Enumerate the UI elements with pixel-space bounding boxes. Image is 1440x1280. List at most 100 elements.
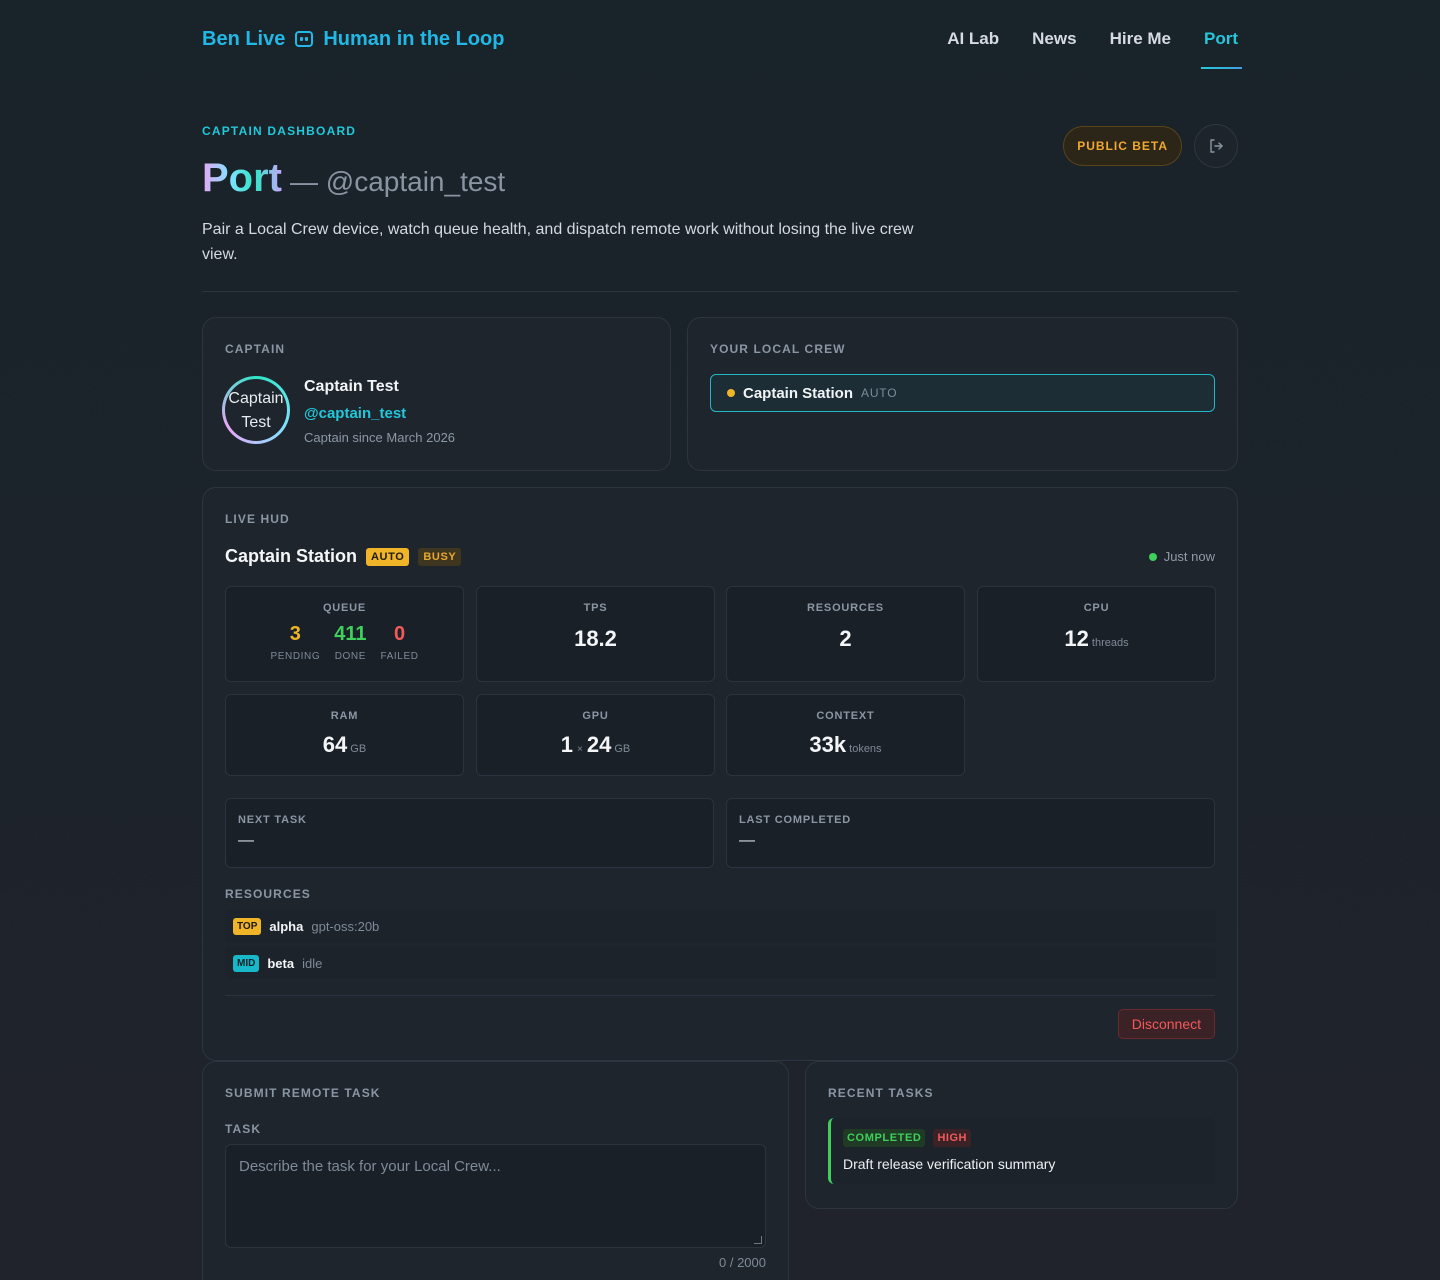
task-priority-badge: HIGH (933, 1129, 971, 1147)
resource-tier-badge: TOP (233, 917, 262, 935)
stat-cpu-label: CPU (1083, 602, 1110, 614)
stat-tps-value: 18.2 (574, 626, 617, 651)
char-counter: 0 / 2000 (719, 1255, 766, 1270)
stat-gpu-value: 24 (586, 732, 612, 757)
nav-ai-lab[interactable]: AI Lab (947, 23, 999, 55)
submit-task-label: SUBMIT REMOTE TASK (225, 1086, 381, 1100)
status-dot-icon (727, 389, 735, 397)
local-crew-card: YOUR LOCAL CREW Captain Station AUTO (687, 317, 1238, 471)
queue-pending-label: PENDING (270, 651, 321, 662)
stat-gpu-label: GPU (582, 710, 609, 722)
stat-queue: QUEUE 3 PENDING 411 DONE 0 FAILED (225, 586, 464, 682)
stat-resources-label: RESOURCES (807, 602, 884, 614)
next-task-label: NEXT TASK (238, 814, 307, 826)
divider (225, 995, 1215, 996)
stats-grid: QUEUE 3 PENDING 411 DONE 0 FAILED TPS 18.2 … (225, 567, 1216, 776)
captain-handle[interactable]: @captain_test (304, 405, 455, 422)
top-header: Ben Live Human in the Loop AI Lab News H… (202, 0, 1242, 92)
task-status-badge: COMPLETED (843, 1129, 926, 1147)
logout-button[interactable] (1194, 124, 1238, 168)
stat-cpu: CPU 12 threads (977, 586, 1216, 682)
stat-ram-value: 64 (322, 732, 348, 757)
stat-context: CONTEXT 33k tokens (726, 694, 965, 776)
brand-name[interactable]: Ben Live (202, 28, 285, 51)
online-dot-icon (1148, 552, 1157, 561)
last-completed-label: LAST COMPLETED (739, 814, 852, 826)
live-hud-card: LIVE HUD Captain Station AUTO BUSY Just … (202, 487, 1238, 1061)
queue-pending: 3 (289, 623, 301, 645)
resource-name: beta (267, 955, 295, 971)
queue-failed-label: FAILED (380, 651, 419, 662)
resources-label: RESOURCES (225, 887, 311, 901)
avatar-alt-text: Captain Test (225, 379, 287, 441)
resize-handle-icon[interactable] (754, 1236, 762, 1244)
logout-icon (1210, 139, 1223, 153)
stat-context-label: CONTEXT (816, 710, 875, 722)
stat-ram-unit: GB (350, 743, 367, 755)
stat-tps-label: TPS (583, 602, 608, 614)
stat-gpu-times: × (577, 744, 583, 755)
stat-context-unit: tokens (849, 743, 882, 755)
hero: CAPTAIN DASHBOARD Port — @captain_test P… (202, 92, 1238, 292)
captain-since: Captain since March 2026 (304, 430, 456, 445)
last-completed-box: LAST COMPLETED — (726, 798, 1215, 868)
hero-actions: PUBLIC BETA (1063, 124, 1238, 168)
captain-label: CAPTAIN (225, 342, 286, 356)
page-title-main: Port (202, 156, 282, 200)
brand[interactable]: Ben Live Human in the Loop (202, 28, 504, 51)
nav-news[interactable]: News (1032, 23, 1076, 55)
crew-device-item[interactable]: Captain Station AUTO (710, 374, 1215, 412)
last-seen-text: Just now (1163, 549, 1215, 564)
resource-meta: gpt-oss:20b (311, 918, 380, 934)
task-title: Draft release verification summary (843, 1156, 1056, 1172)
mode-badge: AUTO (366, 547, 410, 566)
stat-cpu-value: 12 (1064, 626, 1089, 651)
queue-done: 411 (334, 623, 367, 645)
submit-task-card: SUBMIT REMOTE TASK TASK Describe the tas… (202, 1061, 789, 1280)
task-field-label: TASK (225, 1122, 262, 1136)
recent-tasks-label: RECENT TASKS (828, 1086, 934, 1100)
robot-icon (295, 31, 314, 47)
recent-tasks-card: RECENT TASKS COMPLETED HIGH Draft releas… (805, 1061, 1238, 1209)
stat-ram: RAM 64 GB (225, 694, 464, 776)
avatar: Captain Test (222, 376, 290, 444)
stat-resources-value: 2 (839, 626, 852, 651)
resource-tier-badge: MID (233, 954, 260, 972)
stat-resources: RESOURCES 2 (726, 586, 965, 682)
captain-name: Captain Test (304, 378, 399, 395)
page-title-handle: — @captain_test (290, 166, 506, 197)
recent-task-item[interactable]: COMPLETED HIGH Draft release verificatio… (828, 1118, 1215, 1184)
stat-gpu-unit: GB (614, 743, 631, 755)
stat-queue-label: QUEUE (322, 602, 367, 614)
resource-meta: idle (302, 955, 323, 971)
crew-device-name: Captain Station (743, 384, 854, 402)
captain-card: CAPTAIN Captain Test Captain Test @capta… (202, 317, 671, 471)
page-description: Pair a Local Crew device, watch queue he… (202, 221, 914, 263)
public-beta-badge: PUBLIC BETA (1063, 126, 1182, 166)
nav-hire-me[interactable]: Hire Me (1110, 23, 1171, 55)
stat-gpu: GPU 1 × 24 GB (476, 694, 715, 776)
nav-port[interactable]: Port (1201, 23, 1242, 69)
brand-tagline[interactable]: Human in the Loop (323, 28, 504, 51)
stat-tps: TPS 18.2 (476, 586, 715, 682)
queue-done-label: DONE (334, 651, 366, 662)
page: Ben Live Human in the Loop AI Lab News H… (202, 0, 1242, 1280)
disconnect-button[interactable]: Disconnect (1117, 1009, 1215, 1039)
queue-failed: 0 (393, 623, 406, 645)
next-task-value: — (238, 832, 254, 849)
task-textarea[interactable]: Describe the task for your Local Crew... (225, 1144, 766, 1248)
next-task-box: NEXT TASK — (225, 798, 714, 868)
main-nav: AI Lab News Hire Me Port (947, 23, 1242, 69)
hud-station-name: Captain Station (225, 546, 358, 566)
resource-row: MID beta idle (225, 947, 1216, 979)
hud-station-title: Captain Station AUTO BUSY (225, 546, 462, 567)
local-crew-label: YOUR LOCAL CREW (710, 342, 846, 356)
live-hud-label: LIVE HUD (225, 512, 290, 526)
last-seen: Just now (1148, 549, 1215, 564)
last-completed-value: — (739, 832, 755, 849)
crew-device-mode: AUTO (861, 386, 898, 400)
stat-gpu-count: 1 (560, 732, 573, 757)
resource-row: TOP alpha gpt-oss:20b (225, 910, 1216, 942)
stat-context-value: 33k (809, 732, 847, 757)
state-badge: BUSY (418, 547, 462, 566)
